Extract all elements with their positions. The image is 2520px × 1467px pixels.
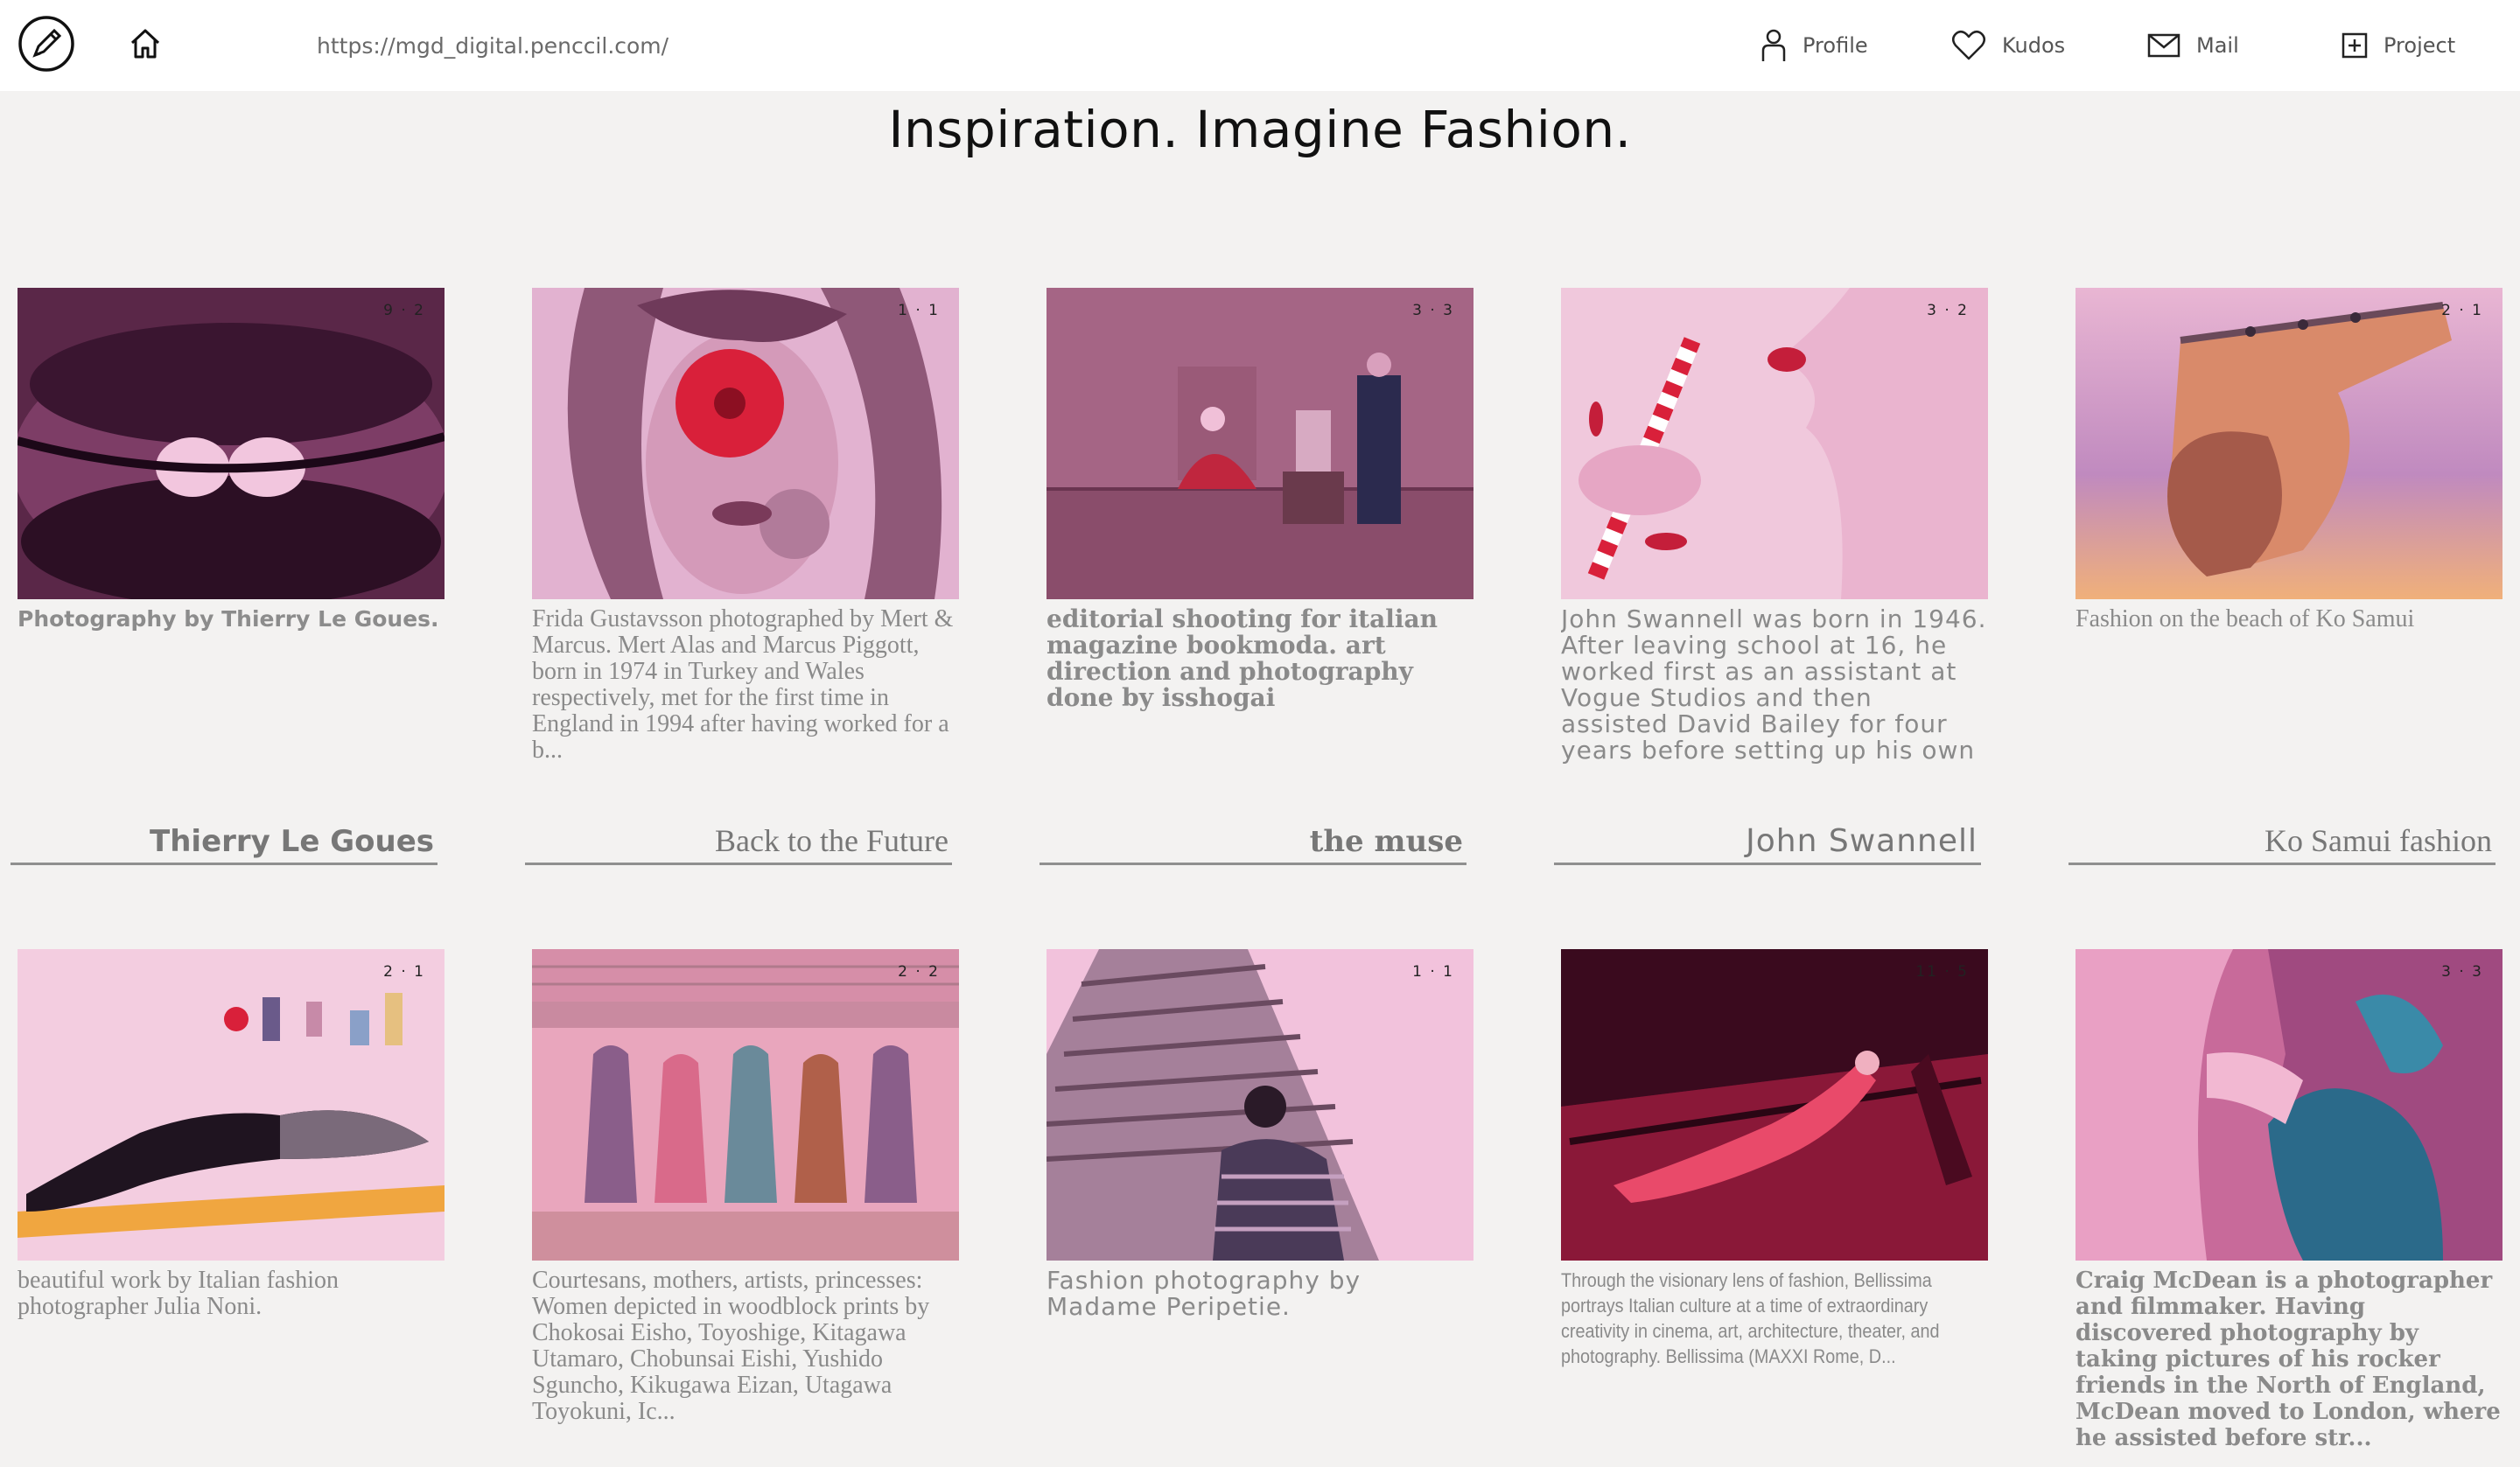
project-card[interactable]: 1 · 1 Fashion photography by Madame Peri…	[1046, 949, 1474, 1320]
image-count: 3 · 3	[1412, 302, 1454, 319]
project-thumbnail[interactable]: 1 · 1	[1046, 949, 1474, 1261]
image-count: 2 · 2	[898, 963, 940, 981]
project-thumbnail[interactable]: 3 · 2	[1561, 288, 1988, 599]
project-card[interactable]: 3 · 2 John Swannell was born in 1946. Af…	[1561, 288, 1988, 765]
building-photo	[1046, 949, 1474, 1261]
image-count: 2 · 1	[2441, 302, 2483, 319]
nav-kudos[interactable]: Kudos	[1951, 26, 2065, 65]
project-description: Courtesans, mothers, artists, princesses…	[532, 1268, 930, 1425]
album-title-link[interactable]: John Swannell	[1554, 814, 1981, 865]
project-thumbnail[interactable]: 2 · 2	[532, 949, 959, 1261]
nav-profile-label: Profile	[1802, 33, 1868, 58]
project-description: Through the visionary lens of fashion, B…	[1561, 1269, 1940, 1367]
image-count: 3 · 3	[2441, 963, 2483, 981]
page-title: Inspiration. Imagine Fashion.	[888, 100, 1632, 159]
project-thumbnail[interactable]: 2 · 1	[18, 949, 444, 1261]
project-card[interactable]: 1 · 1 Frida Gustavsson photographed by M…	[532, 288, 959, 764]
project-thumbnail[interactable]: 3 · 3	[1046, 288, 1474, 599]
album-title-link[interactable]: the muse	[1040, 814, 1466, 865]
studio-scene-photo	[1046, 288, 1474, 599]
project-card[interactable]: 9 · 2 Photography by Thierry Le Goues.	[18, 288, 444, 632]
album-title-link[interactable]: Ko Samui fashion	[2068, 814, 2496, 865]
user-icon	[1761, 29, 1786, 61]
project-thumbnail[interactable]: 2 · 1	[2076, 288, 2502, 599]
nav-kudos-label: Kudos	[2002, 33, 2066, 58]
project-card[interactable]: 3 · 3 Craig McDean is a photographer and…	[2076, 949, 2502, 1451]
project-description: Fashion photography by Madame Peripetie.	[1046, 1268, 1362, 1320]
top-navigation-bar: https://mgd_digital.penccil.com/ Profile…	[0, 0, 2520, 91]
shoe-photo	[2076, 288, 2502, 599]
lips-photo	[18, 288, 444, 599]
project-thumbnail[interactable]: 11 · 5	[1561, 949, 1988, 1261]
heart-icon	[1952, 30, 1985, 60]
album-title-link[interactable]: Thierry Le Goues	[10, 814, 438, 865]
project-thumbnail[interactable]: 1 · 1	[532, 288, 959, 599]
home-icon[interactable]	[128, 26, 163, 61]
project-description: editorial shooting for italian magazine …	[1046, 606, 1438, 711]
project-card[interactable]: 2 · 1 beautiful work by Italian fashion …	[18, 949, 444, 1320]
image-count: 2 · 1	[383, 963, 425, 981]
album-title: Ko Samui fashion	[2264, 823, 2492, 858]
project-thumbnail[interactable]: 3 · 3	[2076, 949, 2502, 1261]
project-description: Photography by Thierry Le Goues.	[18, 606, 439, 632]
nav-project[interactable]: Project	[2342, 26, 2455, 65]
nav-mail-label: Mail	[2196, 33, 2239, 58]
beach-photo	[18, 949, 444, 1261]
album-title: John Swannell	[1746, 823, 1978, 859]
image-count: 9 · 2	[383, 302, 425, 319]
mail-icon	[2147, 33, 2180, 58]
project-card[interactable]: 2 · 2 Courtesans, mothers, artists, prin…	[532, 949, 959, 1425]
album-title-link[interactable]: Back to the Future	[525, 814, 952, 865]
project-card[interactable]: 3 · 3 editorial shooting for italian mag…	[1046, 288, 1474, 711]
nav-profile[interactable]: Profile	[1760, 26, 1868, 65]
image-count: 3 · 2	[1927, 302, 1969, 319]
project-description: beautiful work by Italian fashion photog…	[18, 1268, 340, 1320]
project-description: Frida Gustavsson photographed by Mert & …	[532, 606, 954, 764]
album-title: the muse	[1309, 824, 1463, 859]
project-card[interactable]: 11 · 5 Through the visionary lens of fas…	[1561, 949, 1988, 1369]
nav-project-label: Project	[2384, 33, 2456, 58]
image-count: 1 · 1	[898, 302, 940, 319]
url-address: https://mgd_digital.penccil.com/	[317, 33, 669, 59]
album-title: Back to the Future	[715, 823, 948, 858]
portrait-photo	[532, 288, 959, 599]
image-count: 11 · 5	[1915, 963, 1969, 981]
image-count: 1 · 1	[1412, 963, 1454, 981]
pencil-logo-icon[interactable]	[18, 15, 75, 73]
plus-square-icon	[2342, 32, 2368, 59]
project-description: Fashion on the beach of Ko Samui	[2076, 606, 2415, 632]
project-thumbnail[interactable]: 9 · 2	[18, 288, 444, 599]
nav-mail[interactable]: Mail	[2147, 26, 2239, 65]
project-card[interactable]: 2 · 1 Fashion on the beach of Ko Samui	[2076, 288, 2502, 632]
candy-cane-photo	[1561, 288, 1988, 599]
project-description: Craig McDean is a photographer and filmm…	[2076, 1268, 2501, 1451]
red-dress-photo	[1561, 949, 1988, 1261]
project-description: John Swannell was born in 1946. After le…	[1561, 606, 1987, 765]
woodblock-print-photo	[532, 949, 959, 1261]
album-title: Thierry Le Goues	[150, 824, 434, 859]
blue-latex-photo	[2076, 949, 2502, 1261]
